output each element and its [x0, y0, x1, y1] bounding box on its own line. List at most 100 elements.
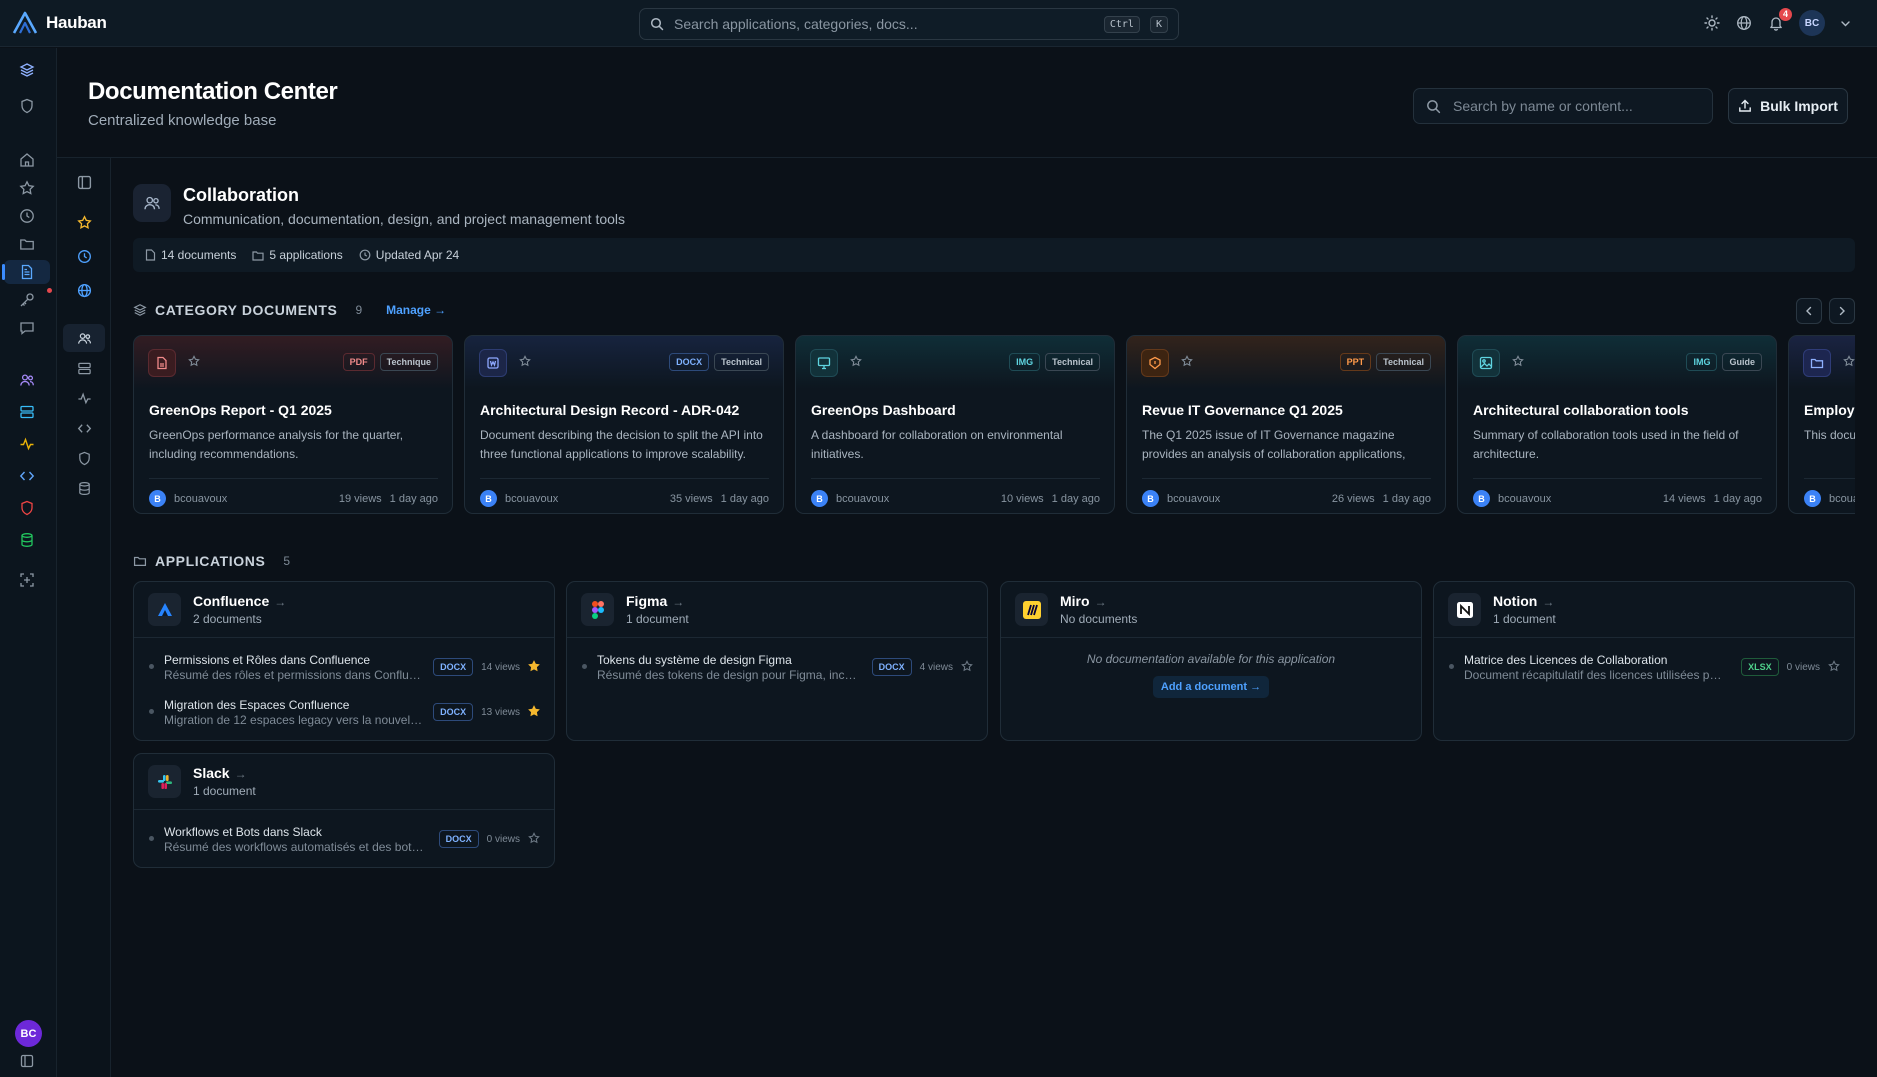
favorite-star-icon[interactable]	[528, 831, 540, 847]
applications-count: 5 applications	[269, 248, 343, 262]
carousel-prev-button[interactable]	[1796, 298, 1822, 324]
application-name-text: Confluence	[193, 593, 270, 609]
application-header[interactable]: Confluence → 2 documents	[134, 582, 554, 638]
document-summary: Résumé des rôles et permissions dans Con…	[164, 668, 424, 682]
documentation-icon[interactable]	[2, 260, 50, 284]
scan-icon[interactable]	[4, 568, 50, 592]
add-document-button[interactable]: Add a document →	[1153, 676, 1269, 698]
document-summary: Résumé des workflows automatisés et des …	[164, 840, 424, 854]
favorite-star-icon[interactable]	[528, 704, 540, 720]
layers-icon	[133, 304, 147, 316]
home-icon[interactable]	[4, 148, 50, 172]
code-icon[interactable]	[4, 464, 50, 488]
security-shield-icon[interactable]	[4, 496, 50, 520]
document-meta: DOCX 4 views	[871, 658, 973, 676]
file-type-badge: DOCX	[433, 658, 474, 676]
bullet-dot	[149, 836, 154, 841]
clock-icon[interactable]	[4, 204, 50, 228]
application-document-row[interactable]: Workflows et Bots dans Slack Résumé des w…	[134, 814, 554, 859]
theme-toggle-sun-icon[interactable]	[1703, 14, 1721, 32]
collapse-sidebar-icon[interactable]	[20, 1054, 34, 1071]
bulk-import-button[interactable]: Bulk Import	[1728, 88, 1848, 124]
globe-icon[interactable]	[63, 276, 105, 304]
database-icon[interactable]	[63, 474, 105, 502]
favorites-star-icon[interactable]	[63, 208, 105, 236]
application-card: Miro → No documents No documentation availa…	[1000, 581, 1422, 741]
favorite-star-icon[interactable]	[1181, 355, 1193, 370]
star-icon[interactable]	[4, 176, 50, 200]
folder-icon[interactable]	[4, 232, 50, 256]
activity-icon[interactable]	[63, 384, 105, 412]
application-document-row[interactable]: Matrice des Licences de Collaboration Doc…	[1434, 642, 1854, 687]
panel-toggle-icon[interactable]	[63, 168, 105, 196]
notifications-bell-icon[interactable]: 4	[1767, 8, 1792, 32]
document-title: Revue IT Governance Q1 2025	[1142, 402, 1343, 418]
application-header[interactable]: Notion → 1 document	[1434, 582, 1854, 638]
favorite-star-icon[interactable]	[1843, 355, 1855, 370]
users-icon[interactable]	[4, 368, 50, 392]
application-card: Slack → 1 document Workflows et Bots dans S…	[133, 753, 555, 868]
file-type-badge: DOCX	[871, 658, 912, 676]
carousel-next-button[interactable]	[1829, 298, 1855, 324]
application-document-row[interactable]: Migration des Espaces Confluence Migratio…	[134, 687, 554, 732]
layers-icon[interactable]	[4, 58, 50, 82]
document-title: Migration des Espaces Confluence	[164, 698, 350, 712]
document-icon	[148, 349, 176, 377]
view-count: 26 views	[1331, 492, 1375, 505]
document-card[interactable]: DOCXGuide Employee onboarding guide This d…	[1788, 335, 1855, 514]
server-icon[interactable]	[63, 354, 105, 382]
code-icon[interactable]	[63, 414, 105, 442]
favorite-star-icon[interactable]	[850, 355, 862, 370]
app-logo[interactable]: Hauban	[12, 11, 107, 35]
file-type-badge: IMG	[1009, 353, 1041, 371]
applications-title: APPLICATIONS	[155, 553, 266, 569]
key-icon[interactable]	[4, 288, 50, 312]
top-bar: Hauban Ctrl K 4 BC	[0, 0, 1877, 47]
application-name-text: Notion	[1493, 593, 1538, 609]
document-card[interactable]: PDF Technique GreenOps Report - Q1 2025 Gre…	[133, 335, 453, 514]
application-document-row[interactable]: Tokens du système de design Figma Résumé …	[567, 642, 987, 687]
database-icon[interactable]	[4, 528, 50, 552]
application-header[interactable]: Figma → 1 document	[567, 582, 987, 638]
document-card[interactable]: PPT Technical Revue IT Governance Q1 2025 T…	[1126, 335, 1446, 514]
server-icon[interactable]	[4, 400, 50, 424]
application-name: Notion →	[1493, 593, 1556, 609]
chevron-down-icon[interactable]	[1839, 14, 1851, 32]
document-title: Architectural Design Record - ADR-042	[480, 402, 740, 418]
documentation-search-input[interactable]	[1453, 98, 1700, 114]
language-globe-icon[interactable]	[1735, 14, 1753, 32]
document-card[interactable]: DOCX Technical Architectural Design Record…	[464, 335, 784, 514]
author-avatar: B	[480, 490, 497, 507]
document-icon	[145, 249, 156, 261]
document-card[interactable]: IMG Technical GreenOps Dashboard A dashboar…	[795, 335, 1115, 514]
favorite-star-icon[interactable]	[528, 659, 540, 675]
application-document-count: No documents	[1060, 612, 1138, 626]
category-documents-count: 9	[355, 303, 363, 317]
favorite-star-icon[interactable]	[961, 659, 973, 675]
activity-icon[interactable]	[4, 432, 50, 456]
global-search[interactable]: Ctrl K	[639, 8, 1179, 40]
documentation-search[interactable]	[1413, 88, 1713, 124]
sidebar-user-avatar[interactable]: BC	[15, 1020, 42, 1047]
chat-icon[interactable]	[4, 316, 50, 340]
favorite-star-icon[interactable]	[1828, 659, 1840, 675]
applications-header: APPLICATIONS 5	[133, 553, 290, 569]
global-search-input[interactable]	[674, 16, 1094, 32]
favorite-star-icon[interactable]	[519, 355, 531, 370]
favorite-star-icon[interactable]	[188, 355, 200, 370]
manage-documents-link[interactable]: Manage →	[386, 303, 446, 317]
upload-icon	[1739, 99, 1752, 112]
shield-icon[interactable]	[63, 444, 105, 472]
application-header[interactable]: Miro → No documents	[1001, 582, 1421, 638]
shield-icon[interactable]	[4, 94, 50, 118]
recent-clock-icon[interactable]	[63, 242, 105, 270]
collaboration-users-icon[interactable]	[63, 324, 105, 352]
user-avatar[interactable]: BC	[1799, 10, 1825, 36]
document-title: Architectural collaboration tools	[1473, 402, 1689, 418]
application-header[interactable]: Slack → 1 document	[134, 754, 554, 810]
application-document-row[interactable]: Permissions et Rôles dans Confluence Résu…	[134, 642, 554, 687]
arrow-right-icon: →	[672, 595, 685, 609]
favorite-star-icon[interactable]	[1512, 355, 1524, 370]
last-updated: 1 day ago	[720, 492, 769, 505]
document-card[interactable]: IMG Guide Architectural collaboration tool…	[1457, 335, 1777, 514]
